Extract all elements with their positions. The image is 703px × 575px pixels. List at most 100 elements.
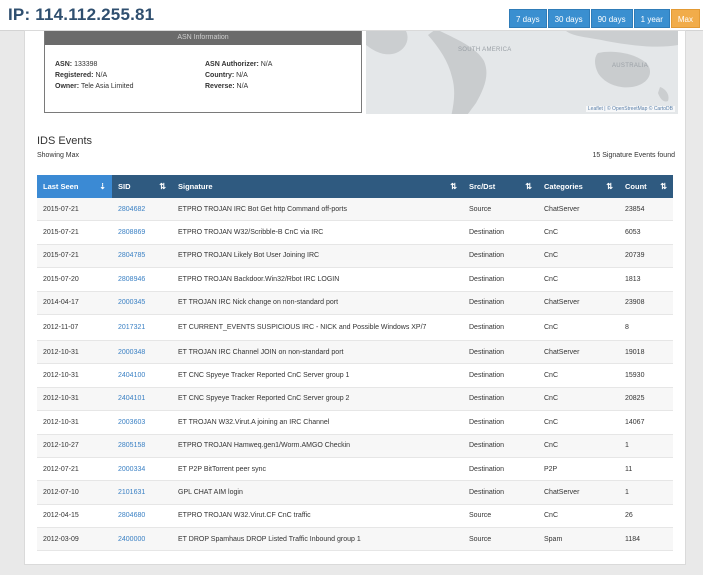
cell-signature: ET P2P BitTorrent peer sync bbox=[178, 465, 267, 473]
cell-last-seen: 2015-07-20 bbox=[43, 275, 79, 283]
cell-signature: GPL CHAT AIM login bbox=[178, 488, 243, 496]
cell-count: 14067 bbox=[625, 418, 645, 426]
world-map[interactable]: SOUTH AMERICA AUSTRALIA Leaflet | © Open… bbox=[366, 31, 678, 114]
column-header-last-seen[interactable]: Last Seen ⇣ bbox=[37, 175, 112, 198]
cell-count: 8 bbox=[625, 323, 629, 331]
range-button-90-days[interactable]: 90 days bbox=[590, 9, 633, 28]
cell-sid: 2000348 bbox=[112, 341, 172, 363]
cell-last-seen: 2012-10-31 bbox=[43, 372, 79, 380]
cell-last-seen: 2014-04-17 bbox=[43, 299, 79, 307]
map-label-south-america: SOUTH AMERICA bbox=[458, 47, 512, 53]
table-row: 2014-04-17 2000345 ET TROJAN IRC Nick chan… bbox=[37, 291, 673, 315]
sid-link[interactable]: 2804785 bbox=[118, 252, 145, 259]
column-header-src-dst[interactable]: Src/Dst ⇅ bbox=[463, 175, 538, 198]
table-row: 2012-03-09 2400000 ET DROP Spamhaus DROP L… bbox=[37, 528, 673, 552]
country-value: N/A bbox=[236, 72, 248, 79]
asn-info-panel: ASN Information ASN: 133398 ASN Authoriz… bbox=[44, 31, 362, 113]
range-button-7-days[interactable]: 7 days bbox=[509, 9, 547, 28]
range-button-1-year[interactable]: 1 year bbox=[633, 9, 670, 28]
sid-link[interactable]: 2404100 bbox=[118, 372, 145, 379]
asn-value: 133398 bbox=[74, 61, 98, 68]
reverse-value: N/A bbox=[236, 83, 249, 90]
cell-last-seen: 2012-10-27 bbox=[43, 442, 79, 450]
cell-signature: ETPRO TROJAN W32/Scribble-B CnC via IRC bbox=[178, 229, 324, 237]
cell-category: CnC bbox=[544, 512, 559, 520]
sid-link[interactable]: 2017321 bbox=[118, 324, 145, 331]
cell-count: 6053 bbox=[625, 229, 641, 237]
cell-signature: ETPRO TROJAN Hamweq.gen1/Worm.AMGO Check… bbox=[178, 442, 351, 450]
cell-category: P2P bbox=[544, 465, 558, 473]
cell-last-seen: 2012-10-31 bbox=[43, 418, 79, 426]
sid-link[interactable]: 2804682 bbox=[118, 206, 145, 213]
sid-link[interactable]: 2808869 bbox=[118, 229, 145, 236]
sid-link[interactable]: 2000348 bbox=[118, 349, 145, 356]
cell-src-dst: Destination bbox=[469, 488, 505, 496]
table-row: 2012-07-10 2101631 GPL CHAT AIM login Desti… bbox=[37, 481, 673, 505]
sid-link[interactable]: 2804680 bbox=[118, 512, 145, 519]
cell-src-dst: Source bbox=[469, 512, 492, 520]
sort-icon: ⇅ bbox=[525, 182, 532, 191]
cell-last-seen: 2012-10-31 bbox=[43, 395, 79, 403]
sid-link[interactable]: 2400000 bbox=[118, 536, 145, 543]
cell-sid: 2808869 bbox=[112, 221, 172, 243]
cell-count: 20825 bbox=[625, 395, 645, 403]
cell-signature: ET DROP Spamhaus DROP Listed Traffic Inb… bbox=[178, 535, 361, 543]
cell-src-dst: Destination bbox=[469, 418, 505, 426]
sid-link[interactable]: 2805158 bbox=[118, 442, 145, 449]
map-attribution[interactable]: Leaflet | © OpenStreetMap © CartoDB bbox=[585, 106, 675, 112]
cell-last-seen: 2012-04-15 bbox=[43, 512, 79, 520]
cell-signature: ET CNC Spyeye Tracker Reported CnC Serve… bbox=[178, 372, 350, 380]
asn-info-grid: ASN: 133398 ASN Authorizer: N/A Register… bbox=[55, 61, 355, 94]
cell-count: 19018 bbox=[625, 348, 645, 356]
cell-category: CnC bbox=[544, 275, 559, 283]
cell-count: 20739 bbox=[625, 252, 645, 260]
cell-src-dst: Destination bbox=[469, 348, 505, 356]
asn-authorizer-value: N/A bbox=[260, 61, 273, 68]
cell-sid: 2400000 bbox=[112, 528, 172, 550]
table-row: 2012-07-21 2000334 ET P2P BitTorrent peer … bbox=[37, 458, 673, 482]
sid-link[interactable]: 2000345 bbox=[118, 299, 145, 306]
sid-link[interactable]: 2003603 bbox=[118, 419, 145, 426]
cell-category: CnC bbox=[544, 323, 559, 331]
range-button-max[interactable]: Max bbox=[670, 9, 700, 28]
sort-desc-icon: ⇣ bbox=[99, 182, 106, 191]
table-row: 2012-11-07 2017321 ET CURRENT_EVENTS SUSPI… bbox=[37, 315, 673, 341]
owner-label: Owner: bbox=[55, 83, 80, 90]
cell-src-dst: Destination bbox=[469, 372, 505, 380]
cell-last-seen: 2012-07-21 bbox=[43, 465, 79, 473]
sort-icon: ⇅ bbox=[606, 182, 613, 191]
cell-last-seen: 2012-07-10 bbox=[43, 488, 79, 496]
table-row: 2012-10-31 2404101 ET CNC Spyeye Tracker R… bbox=[37, 387, 673, 412]
cell-signature: ET CNC Spyeye Tracker Reported CnC Serve… bbox=[178, 395, 350, 403]
column-header-sid[interactable]: SID ⇅ bbox=[112, 175, 172, 198]
cell-sid: 2804682 bbox=[112, 198, 172, 220]
cell-src-dst: Destination bbox=[469, 465, 505, 473]
cell-src-dst: Destination bbox=[469, 442, 505, 450]
cell-category: CnC bbox=[544, 418, 559, 426]
column-header-signature[interactable]: Signature ⇅ bbox=[172, 175, 463, 198]
range-button-30-days[interactable]: 30 days bbox=[547, 9, 590, 28]
cell-signature: ET CURRENT_EVENTS SUSPICIOUS IRC - NICK … bbox=[178, 323, 427, 331]
cell-category: CnC bbox=[544, 442, 559, 450]
sort-icon: ⇅ bbox=[660, 182, 667, 191]
column-header-count[interactable]: Count ⇅ bbox=[619, 175, 673, 198]
sid-link[interactable]: 2101631 bbox=[118, 489, 145, 496]
column-header-categories[interactable]: Categories ⇅ bbox=[538, 175, 619, 198]
cell-category: CnC bbox=[544, 252, 559, 260]
cell-category: ChatServer bbox=[544, 205, 580, 213]
time-range-selector: 7 days 30 days 90 days 1 year Max bbox=[508, 9, 700, 28]
cell-src-dst: Destination bbox=[469, 229, 505, 237]
asn-authorizer-label: ASN Authorizer: bbox=[205, 61, 259, 68]
cell-sid: 2101631 bbox=[112, 481, 172, 503]
cell-signature: ETPRO TROJAN Likely Bot User Joining IRC bbox=[178, 252, 320, 260]
asn-label: ASN: bbox=[55, 61, 73, 68]
cell-count: 1 bbox=[625, 442, 629, 450]
sid-link[interactable]: 2000334 bbox=[118, 466, 145, 473]
sid-link[interactable]: 2404101 bbox=[118, 395, 145, 402]
cell-sid: 2404101 bbox=[112, 388, 172, 410]
cell-src-dst: Destination bbox=[469, 299, 505, 307]
cell-signature: ETPRO TROJAN IRC Bot Get http Command of… bbox=[178, 205, 347, 213]
sid-link[interactable]: 2808946 bbox=[118, 276, 145, 283]
cell-category: ChatServer bbox=[544, 299, 580, 307]
cell-category: CnC bbox=[544, 372, 559, 380]
